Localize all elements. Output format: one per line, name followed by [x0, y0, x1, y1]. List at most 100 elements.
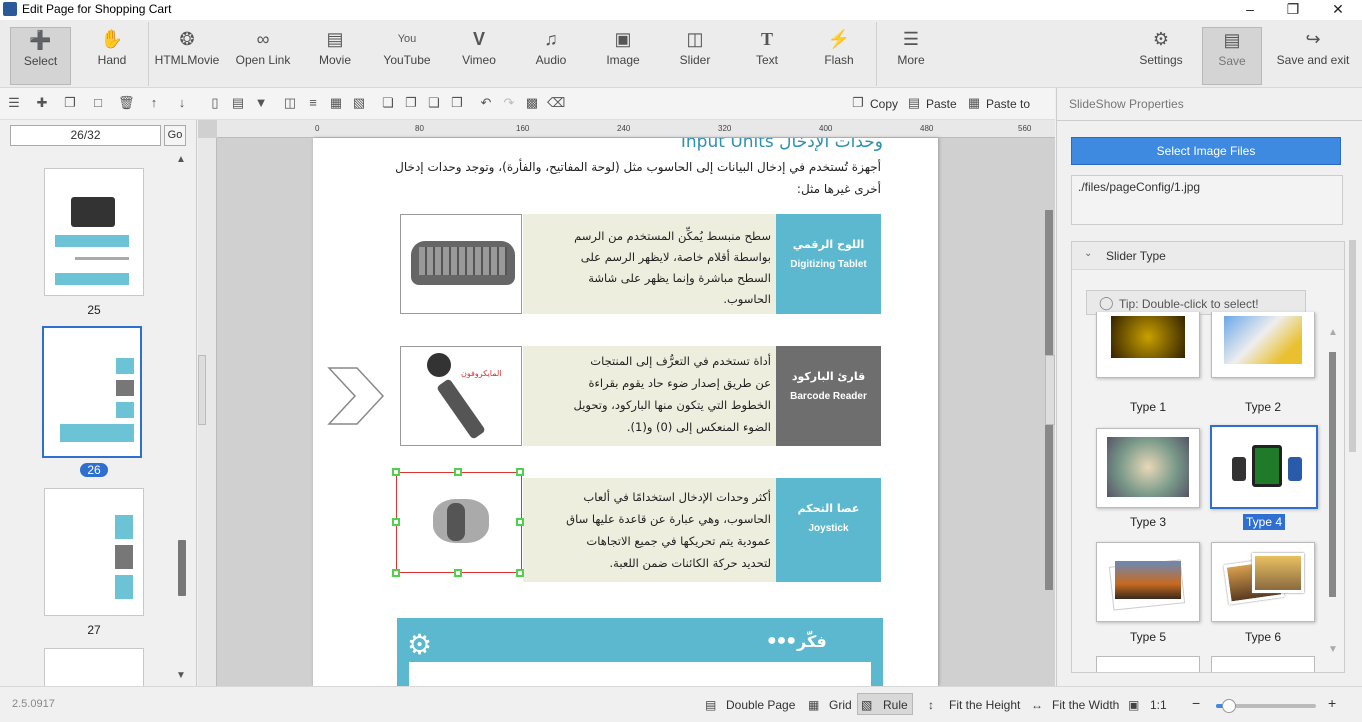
- paste-to-button[interactable]: Paste to: [986, 97, 1030, 111]
- minimize-icon[interactable]: –: [1230, 0, 1270, 20]
- resize-handle[interactable]: [454, 569, 462, 577]
- undo-icon[interactable]: ↶: [478, 95, 494, 111]
- right-collapse-handle[interactable]: [1045, 355, 1055, 425]
- more-button[interactable]: ☰ More: [890, 27, 932, 85]
- row-1-text: سطح منبسط يُمكِّن المستخدم من الرسم بواسط…: [574, 229, 771, 306]
- add-page-icon[interactable]: ✚: [34, 95, 50, 111]
- page-thumbnail[interactable]: [44, 168, 144, 296]
- types-scrollbar[interactable]: [1329, 352, 1336, 597]
- slider-type-4-selected[interactable]: [1210, 425, 1318, 509]
- page-thumbnail-selected[interactable]: [42, 326, 142, 458]
- main-toolbar: ➕ Select ✋ Hand ❂ HTMLMovie ∞ Open Link ▤ Mov…: [0, 20, 1362, 88]
- trash-icon[interactable]: ⌫: [547, 95, 565, 111]
- slider-type-3-label: Type 3: [1129, 515, 1167, 529]
- distribute-h-icon[interactable]: ◫: [282, 95, 298, 111]
- delete-page-icon[interactable]: 🗑: [118, 95, 135, 111]
- left-collapse-handle[interactable]: [198, 355, 206, 425]
- slider-type-3[interactable]: [1096, 428, 1200, 508]
- double-page-button[interactable]: Double Page: [726, 698, 795, 712]
- panel-scrollbar[interactable]: [1349, 240, 1356, 452]
- audio-button[interactable]: ♫ Audio: [530, 27, 572, 85]
- bring-forward-icon[interactable]: ❑: [426, 95, 442, 111]
- close-icon[interactable]: ✕: [1318, 0, 1358, 20]
- vimeo-button[interactable]: V Vimeo: [456, 27, 502, 85]
- slider-type-6[interactable]: [1211, 542, 1315, 622]
- flash-button[interactable]: ⚡ Flash: [818, 27, 860, 85]
- maximize-icon[interactable]: ❐: [1273, 0, 1313, 20]
- paste-to-icon[interactable]: ▦: [966, 95, 982, 111]
- save-button[interactable]: ▤ Save: [1202, 27, 1262, 85]
- copy-icon[interactable]: ❐: [850, 95, 866, 111]
- align-dropdown-icon[interactable]: ▼: [253, 95, 269, 111]
- list-icon[interactable]: ☰: [6, 95, 22, 111]
- page-thumbnail[interactable]: [44, 488, 144, 616]
- align-left-icon[interactable]: ▯: [207, 95, 223, 111]
- joystick-image-selected[interactable]: [396, 472, 522, 573]
- resize-handle[interactable]: [392, 569, 400, 577]
- scroll-down-icon[interactable]: ▼: [176, 670, 186, 681]
- htmlmovie-button[interactable]: ❂ HTMLMovie: [154, 27, 220, 85]
- align-center-icon[interactable]: ▤: [230, 95, 246, 111]
- zoom-out-icon[interactable]: −: [1192, 695, 1200, 711]
- duplicate-icon[interactable]: □: [90, 95, 106, 111]
- slider-type-8[interactable]: [1211, 656, 1315, 672]
- slider-type-1[interactable]: [1096, 312, 1200, 378]
- text-button[interactable]: T Text: [746, 27, 788, 85]
- slider-type-7[interactable]: [1096, 656, 1200, 672]
- resize-handle[interactable]: [516, 518, 524, 526]
- movie-button[interactable]: ▤ Movie: [312, 27, 358, 85]
- slider-type-5[interactable]: [1096, 542, 1200, 622]
- paste-button[interactable]: Paste: [926, 97, 957, 111]
- keyboard-image[interactable]: [400, 214, 522, 314]
- resize-handle[interactable]: [454, 468, 462, 476]
- gear-icon: ⚙: [1152, 29, 1170, 49]
- select-image-files-button[interactable]: Select Image Files: [1071, 137, 1341, 165]
- resize-handle[interactable]: [516, 468, 524, 476]
- open-link-button[interactable]: ∞ Open Link: [232, 27, 294, 85]
- scroll-up-icon[interactable]: ▲: [176, 154, 186, 165]
- zoom-in-icon[interactable]: +: [1328, 695, 1336, 711]
- same-width-icon[interactable]: ▦: [328, 95, 344, 111]
- slider-type-2[interactable]: [1211, 312, 1315, 378]
- thumbnail-scrollbar[interactable]: [178, 540, 186, 596]
- page-number-input[interactable]: 26/32: [10, 125, 161, 146]
- select-tool-button[interactable]: ➕ Select: [10, 27, 71, 85]
- same-height-icon[interactable]: ▧: [351, 95, 367, 111]
- zoom-slider-thumb[interactable]: [1222, 699, 1236, 713]
- resize-handle[interactable]: [516, 569, 524, 577]
- move-down-icon[interactable]: ↓: [174, 95, 190, 111]
- slider-type-2-label: Type 2: [1244, 400, 1282, 414]
- save-and-exit-button[interactable]: ↪ Save and exit: [1272, 27, 1354, 85]
- next-arrow-icon[interactable]: [327, 366, 385, 426]
- rule-toggle[interactable]: ▧ Rule: [857, 693, 913, 715]
- scroll-up-icon[interactable]: ▲: [1328, 327, 1338, 338]
- scroll-down-icon[interactable]: ▼: [1328, 644, 1338, 655]
- resize-handle[interactable]: [392, 518, 400, 526]
- zoom-slider[interactable]: [1216, 699, 1316, 713]
- image-path-field[interactable]: ./files/pageConfig/1.jpg: [1071, 175, 1343, 225]
- settings-button[interactable]: ⚙ Settings: [1132, 27, 1190, 85]
- microphone-image[interactable]: المايكروفون: [400, 346, 522, 446]
- resize-handle[interactable]: [392, 468, 400, 476]
- page-thumbnail[interactable]: [44, 648, 144, 688]
- copy-button[interactable]: Copy: [870, 97, 898, 111]
- go-button[interactable]: Go: [164, 125, 186, 146]
- redo-icon[interactable]: ↷: [501, 95, 517, 111]
- slider-type-header[interactable]: ⌄ Slider Type: [1072, 242, 1344, 270]
- slider-button[interactable]: ◫ Slider: [672, 27, 718, 85]
- send-backward-icon[interactable]: ❒: [449, 95, 465, 111]
- paste-icon[interactable]: ▤: [906, 95, 922, 111]
- send-back-icon[interactable]: ❐: [403, 95, 419, 111]
- image-button[interactable]: ▣ Image: [600, 27, 646, 85]
- distribute-v-icon[interactable]: ≡: [305, 95, 321, 111]
- copy-page-icon[interactable]: ❐: [62, 95, 78, 111]
- youtube-button[interactable]: You YouTube: [378, 27, 436, 85]
- grid-button[interactable]: Grid: [829, 698, 852, 712]
- fit-width-button[interactable]: Fit the Width: [1052, 698, 1119, 712]
- fit-height-button[interactable]: Fit the Height: [949, 698, 1020, 712]
- hand-tool-button[interactable]: ✋ Hand: [84, 27, 140, 85]
- properties-icon[interactable]: ▩: [524, 95, 540, 111]
- actual-size-button[interactable]: 1:1: [1150, 698, 1167, 712]
- move-up-icon[interactable]: ↑: [146, 95, 162, 111]
- bring-front-icon[interactable]: ❏: [380, 95, 396, 111]
